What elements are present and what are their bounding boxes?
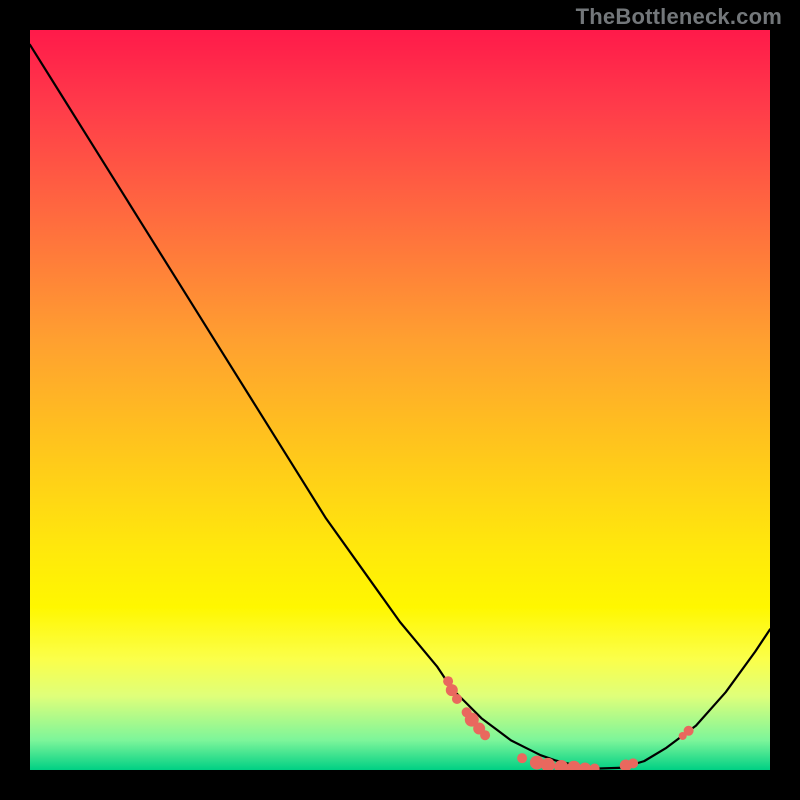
data-marker <box>579 763 591 770</box>
data-marker <box>567 761 581 770</box>
chart-frame: TheBottleneck.com <box>0 0 800 800</box>
marker-group <box>443 676 693 770</box>
plot-area <box>30 30 770 770</box>
data-marker <box>590 764 600 770</box>
data-marker <box>684 726 694 736</box>
data-marker <box>480 730 490 740</box>
data-marker <box>628 758 638 768</box>
chart-svg <box>30 30 770 770</box>
data-marker <box>452 694 462 704</box>
attribution-text: TheBottleneck.com <box>576 4 782 30</box>
bottleneck-curve <box>30 45 770 769</box>
data-marker <box>517 753 527 763</box>
